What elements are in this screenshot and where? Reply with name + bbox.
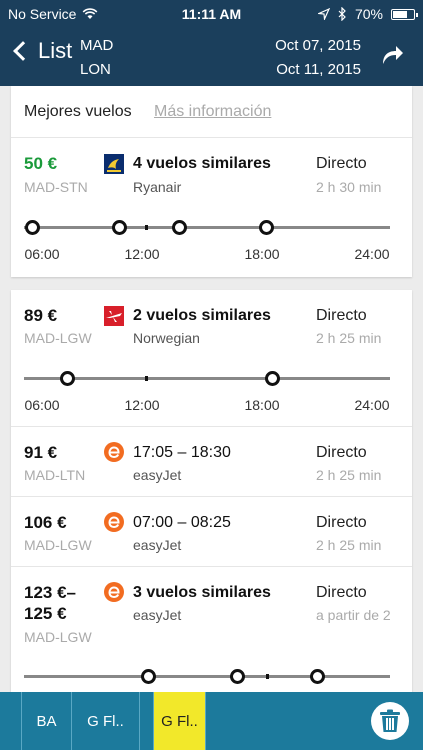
- timeline-departure-dot: [230, 669, 245, 684]
- timeline-track: [24, 377, 390, 380]
- best-flights-card: Mejores vuelos Más información 50 € MAD-…: [11, 86, 412, 277]
- flight-row[interactable]: 91 € MAD-LTN 17:05 – 18:30 easyJet Direc…: [11, 427, 412, 497]
- flight-route: MAD-LTN: [24, 467, 86, 483]
- battery-percent: 70%: [354, 6, 383, 22]
- chevron-left-icon: [13, 41, 33, 61]
- tab-ba[interactable]: BA: [22, 692, 72, 750]
- flight-title: 3 vuelos similares: [133, 584, 271, 601]
- back-label: List: [38, 38, 73, 63]
- timeline-tick: [266, 674, 269, 679]
- easyjet-logo-icon: [104, 442, 124, 462]
- flight-route: MAD-LGW: [24, 537, 92, 553]
- location-arrow-icon: [317, 8, 330, 20]
- timeline-label: 24:00: [354, 246, 390, 262]
- more-info-link[interactable]: Más información: [154, 103, 271, 121]
- flight-route: MAD-LGW: [24, 330, 92, 346]
- flight-route: MAD-STN: [24, 179, 88, 195]
- norwegian-logo-icon: [104, 306, 124, 326]
- easyjet-logo-icon: [104, 582, 124, 602]
- flights-card: 89 € MAD-LGW 2 vuelos similares Norwegia…: [11, 290, 412, 692]
- stops-label: Directo: [316, 514, 367, 531]
- destination-code: LON: [80, 61, 111, 78]
- price-range-start: 123 €–: [24, 583, 76, 602]
- depart-date: Oct 07, 2015: [275, 37, 361, 54]
- results-list[interactable]: Mejores vuelos Más información 50 € MAD-…: [0, 86, 423, 692]
- airline-name: Norwegian: [133, 330, 200, 346]
- back-button[interactable]: List: [10, 38, 72, 64]
- timeline-tick: [145, 225, 148, 230]
- tab-g-fl-2[interactable]: G Fl..: [154, 692, 206, 750]
- timeline-label: 06:00: [24, 246, 60, 262]
- stops-label: Directo: [316, 584, 367, 601]
- timeline-departure-dot: [259, 220, 274, 235]
- duration-label: 2 h 30 min: [316, 179, 382, 195]
- time-timeline: 06:00 12:00 18:00 24:00: [24, 218, 390, 262]
- timeline-track: [24, 675, 390, 678]
- timeline-track: [24, 226, 390, 229]
- flight-title: 2 vuelos similares: [133, 307, 271, 324]
- flight-price: 106 €: [24, 513, 67, 532]
- flight-route: MAD-LGW: [24, 629, 92, 645]
- airline-name: Ryanair: [133, 179, 182, 195]
- best-flights-title: Mejores vuelos: [24, 103, 132, 120]
- bluetooth-icon: [338, 7, 346, 21]
- timeline-departure-dot: [141, 669, 156, 684]
- timeline-departure-dot: [310, 669, 325, 684]
- airline-name: easyJet: [133, 537, 182, 553]
- flight-price: 89 €: [24, 306, 58, 325]
- time-timeline: [24, 667, 390, 692]
- flight-price-range: 123 €– 125 €: [24, 582, 76, 624]
- tab-spacer: [0, 692, 22, 750]
- flight-title: 07:00 – 08:25: [133, 514, 231, 531]
- duration-label: 2 h 25 min: [316, 330, 382, 346]
- best-flights-header: Mejores vuelos Más información: [11, 86, 412, 138]
- ryanair-logo-icon: [104, 154, 124, 174]
- airline-name: easyJet: [133, 607, 182, 623]
- duration-label: 2 h 25 min: [316, 537, 382, 553]
- trash-icon: [380, 709, 400, 732]
- battery-fill: [393, 10, 407, 18]
- flight-price: 50 €: [24, 154, 58, 173]
- timeline-departure-dot: [112, 220, 127, 235]
- timeline-label: 12:00: [124, 246, 160, 262]
- status-bar: No Service 11:11 AM 70%: [0, 0, 423, 28]
- timeline-label: 18:00: [244, 397, 280, 413]
- origin-code: MAD: [80, 37, 114, 54]
- timeline-label: 06:00: [24, 397, 60, 413]
- timeline-departure-dot: [172, 220, 187, 235]
- flight-row[interactable]: 106 € MAD-LGW 07:00 – 08:25 easyJet Dire…: [11, 497, 412, 567]
- return-date: Oct 11, 2015: [276, 61, 361, 78]
- timeline-departure-dot: [265, 371, 280, 386]
- battery-icon: [391, 8, 418, 20]
- flight-row[interactable]: 123 €– 125 € MAD-LGW 3 vuelos similares …: [11, 567, 412, 692]
- timeline-departure-dot: [60, 371, 75, 386]
- flight-row[interactable]: 89 € MAD-LGW 2 vuelos similares Norwegia…: [11, 290, 412, 427]
- trash-button[interactable]: [371, 702, 409, 740]
- timeline-label: 18:00: [244, 246, 280, 262]
- timeline-label: 12:00: [124, 397, 160, 413]
- price-range-end: 125 €: [24, 604, 67, 623]
- airline-name: easyJet: [133, 467, 182, 483]
- flight-title: 4 vuelos similares: [133, 155, 271, 172]
- flight-row[interactable]: 50 € MAD-STN 4 vuelos similares Ryanair …: [11, 138, 412, 276]
- duration-label: a partir de 2: [316, 607, 391, 623]
- stops-label: Directo: [316, 444, 367, 461]
- share-arrow-icon[interactable]: [379, 42, 405, 66]
- flight-title: 17:05 – 18:30: [133, 444, 231, 461]
- stops-label: Directo: [316, 307, 367, 324]
- timeline-departure-dot: [25, 220, 40, 235]
- tab-spacer: [140, 692, 154, 750]
- trip-dates: Oct 07, 2015 Oct 11, 2015: [275, 34, 361, 82]
- header: No Service 11:11 AM 70% List MAD LON Oct…: [0, 0, 423, 86]
- flight-price: 91 €: [24, 443, 58, 462]
- route-codes: MAD LON: [80, 34, 113, 82]
- timeline-tick: [145, 376, 148, 381]
- time-timeline: 06:00 12:00 18:00 24:00: [24, 369, 390, 413]
- tab-g-fl-1[interactable]: G Fl..: [72, 692, 140, 750]
- stops-label: Directo: [316, 155, 367, 172]
- duration-label: 2 h 25 min: [316, 467, 382, 483]
- bottom-tab-bar: BA G Fl.. G Fl..: [0, 692, 423, 750]
- timeline-label: 24:00: [354, 397, 390, 413]
- easyjet-logo-icon: [104, 512, 124, 532]
